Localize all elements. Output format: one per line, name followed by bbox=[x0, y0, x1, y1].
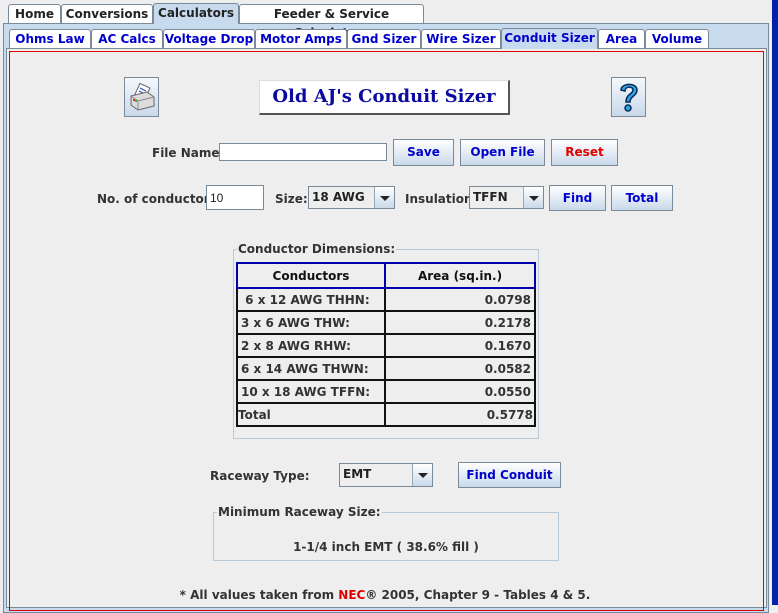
file-name-input[interactable] bbox=[219, 143, 387, 161]
chevron-down-icon[interactable] bbox=[374, 187, 394, 208]
table-total-row[interactable]: Total 0.5778 bbox=[236, 402, 536, 427]
raceway-type-dropdown[interactable]: EMT bbox=[339, 463, 433, 487]
tab-ac-calcs[interactable]: AC Calcs bbox=[91, 29, 163, 48]
table-row[interactable]: 6 x 12 AWG THHN: 0.0798 bbox=[236, 287, 536, 312]
area-cell: 0.0550 bbox=[384, 379, 536, 404]
question-mark-icon bbox=[619, 83, 638, 112]
raceway-type-value: EMT bbox=[343, 467, 372, 481]
find-button[interactable]: Find bbox=[549, 185, 606, 211]
nec-text: NEC bbox=[338, 588, 366, 602]
tab-voltage-drop[interactable]: Voltage Drop bbox=[163, 29, 255, 48]
open-file-button[interactable]: Open File bbox=[460, 139, 545, 166]
find-conduit-button[interactable]: Find Conduit bbox=[458, 462, 561, 488]
print-button[interactable] bbox=[124, 77, 159, 117]
table-row[interactable]: 3 x 6 AWG THW: 0.2178 bbox=[236, 310, 536, 335]
total-label-cell: Total bbox=[236, 402, 386, 427]
save-button[interactable]: Save bbox=[393, 139, 454, 166]
conductor-count-input[interactable] bbox=[206, 185, 264, 210]
area-cell: 0.2178 bbox=[384, 310, 536, 335]
total-value-cell: 0.5778 bbox=[384, 402, 536, 427]
footnote: * All values taken from NEC® 2005, Chapt… bbox=[0, 588, 770, 602]
conductor-cell: 6 x 12 AWG THHN: bbox=[236, 287, 386, 312]
raceway-type-label: Raceway Type: bbox=[210, 469, 310, 483]
column-header-area[interactable]: Area (sq.in.) bbox=[384, 262, 536, 289]
table-row[interactable]: 6 x 14 AWG THWN: 0.0582 bbox=[236, 356, 536, 381]
footnote-suffix: ® 2005, Chapter 9 - Tables 4 & 5. bbox=[365, 588, 591, 602]
insulation-dropdown[interactable]: TFFN bbox=[469, 186, 544, 209]
reset-button[interactable]: Reset bbox=[551, 139, 618, 166]
tab-home[interactable]: Home bbox=[8, 4, 61, 23]
conductor-cell: 6 x 14 AWG THWN: bbox=[236, 356, 386, 381]
printer-icon bbox=[130, 82, 154, 111]
window-edge bbox=[772, 0, 778, 605]
conductor-dimensions-table: Conductors Area (sq.in.) 6 x 12 AWG THHN… bbox=[236, 262, 536, 427]
insulation-label: Insulation: bbox=[405, 192, 478, 206]
tab-feeder-service[interactable]: Feeder & Service Calculators bbox=[239, 4, 424, 40]
tab-volume[interactable]: Volume bbox=[645, 29, 709, 48]
total-button[interactable]: Total bbox=[611, 185, 673, 211]
minimum-raceway-result: 1-1/4 inch EMT ( 38.6% fill ) bbox=[293, 540, 479, 554]
size-label: Size: bbox=[275, 192, 308, 206]
conductor-cell: 10 x 18 AWG TFFN: bbox=[236, 379, 386, 404]
conductor-cell: 3 x 6 AWG THW: bbox=[236, 310, 386, 335]
tab-gnd-sizer[interactable]: Gnd Sizer bbox=[347, 29, 421, 48]
tab-area[interactable]: Area bbox=[598, 29, 645, 48]
area-cell: 0.0582 bbox=[384, 356, 536, 381]
tab-ohms-law[interactable]: Ohms Law bbox=[9, 29, 91, 48]
insulation-value: TFFN bbox=[473, 190, 508, 204]
file-name-label: File Name: bbox=[152, 146, 225, 160]
chevron-down-icon[interactable] bbox=[412, 464, 432, 486]
conductor-count-label: No. of conductors: bbox=[97, 192, 222, 206]
tab-conversions[interactable]: Conversions bbox=[61, 4, 153, 23]
area-cell: 0.0798 bbox=[384, 287, 536, 312]
column-header-conductors[interactable]: Conductors bbox=[236, 262, 386, 289]
size-dropdown[interactable]: 18 AWG bbox=[308, 186, 395, 209]
minimum-raceway-title: Minimum Raceway Size: bbox=[217, 505, 382, 519]
table-header-row: Conductors Area (sq.in.) bbox=[236, 262, 536, 289]
area-cell: 0.1670 bbox=[384, 333, 536, 358]
tab-motor-amps[interactable]: Motor Amps bbox=[255, 29, 347, 48]
chevron-down-icon[interactable] bbox=[523, 187, 543, 208]
tab-calculators[interactable]: Calculators bbox=[153, 3, 239, 24]
conductor-cell: 2 x 8 AWG RHW: bbox=[236, 333, 386, 358]
table-row[interactable]: 2 x 8 AWG RHW: 0.1670 bbox=[236, 333, 536, 358]
tab-conduit-sizer[interactable]: Conduit Sizer bbox=[501, 28, 598, 49]
page-title: Old AJ's Conduit Sizer bbox=[259, 80, 510, 115]
footnote-prefix: * All values taken from bbox=[179, 588, 339, 602]
table-row[interactable]: 10 x 18 AWG TFFN: 0.0550 bbox=[236, 379, 536, 404]
tab-wire-sizer[interactable]: Wire Sizer bbox=[421, 29, 501, 48]
help-button[interactable] bbox=[611, 77, 646, 117]
size-value: 18 AWG bbox=[312, 190, 365, 204]
conductor-dimensions-title: Conductor Dimensions: bbox=[237, 242, 397, 256]
